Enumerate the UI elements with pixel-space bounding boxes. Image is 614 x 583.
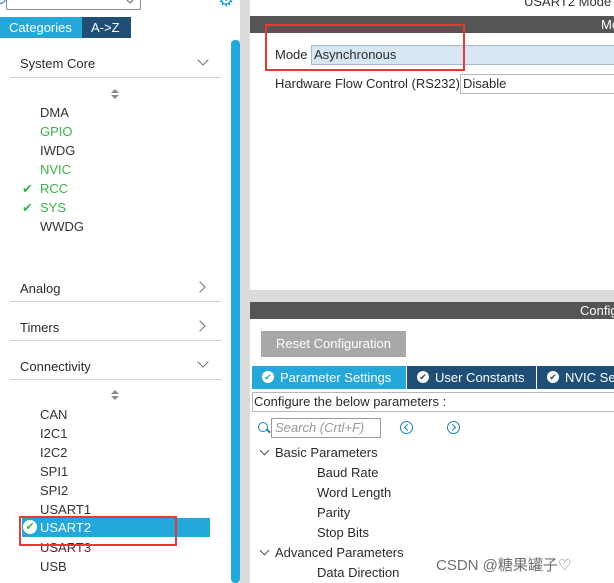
list-item-can[interactable]: CAN	[40, 405, 67, 424]
next-result-button[interactable]	[447, 421, 460, 434]
divider	[10, 301, 221, 302]
category-connectivity[interactable]: Connectivity	[20, 359, 220, 374]
categories-panel: ⚙ Categories A->Z System Core DMA GPIO I…	[0, 0, 240, 583]
category-timers[interactable]: Timers	[20, 320, 220, 335]
tab-categories[interactable]: Categories	[0, 17, 82, 38]
configuration-header-text: Configu	[580, 303, 614, 318]
parameter-search-input[interactable]: Search (Crtl+F)	[271, 418, 381, 438]
check-circle-icon: ✔	[547, 371, 559, 383]
hardware-flow-control-select[interactable]: Disable	[460, 74, 614, 94]
highlight-annotation	[19, 516, 177, 546]
vertical-splitter[interactable]	[240, 0, 250, 583]
param-data-direction[interactable]: Data Direction	[317, 565, 399, 580]
param-baud-rate[interactable]: Baud Rate	[317, 465, 378, 480]
horizontal-splitter[interactable]	[250, 290, 614, 302]
param-parity[interactable]: Parity	[317, 505, 350, 520]
list-item-i2c2[interactable]: I2C2	[40, 443, 67, 462]
tab-user-constants[interactable]: ✔ User Constants	[407, 366, 536, 389]
chevron-down-icon[interactable]	[259, 445, 270, 456]
list-item-wwdg[interactable]: WWDG	[40, 217, 84, 236]
tree-basic-parameters[interactable]: Basic Parameters	[275, 445, 378, 460]
list-item-spi1[interactable]: SPI1	[40, 462, 68, 481]
list-item-spi2[interactable]: SPI2	[40, 481, 68, 500]
list-item-usb[interactable]: USB	[40, 557, 67, 576]
divider	[10, 77, 221, 78]
tab-label: NVIC Se	[565, 370, 614, 385]
reset-configuration-button[interactable]: Reset Configuration	[261, 331, 406, 357]
mode-panel-title: USART2 Mode	[524, 0, 612, 9]
tab-a-z[interactable]: A->Z	[82, 17, 131, 38]
param-stop-bits[interactable]: Stop Bits	[317, 525, 369, 540]
sort-icon[interactable]	[110, 89, 120, 101]
configuration-header-bar	[250, 302, 614, 319]
check-icon: ✔	[22, 181, 33, 196]
tab-nvic-settings[interactable]: ✔ NVIC Se	[537, 366, 614, 389]
list-item-iwdg[interactable]: IWDG	[40, 141, 75, 160]
watermark: CSDN @糖果罐子♡	[436, 557, 572, 574]
chevron-down-icon[interactable]	[259, 545, 270, 556]
check-circle-icon: ✔	[417, 371, 429, 383]
check-circle-icon: ✔	[262, 371, 274, 383]
hardware-flow-control-label: Hardware Flow Control (RS232)	[275, 76, 460, 91]
divider	[10, 379, 221, 380]
configure-description: Configure the below parameters :	[252, 392, 614, 412]
tab-parameter-settings[interactable]: ✔ Parameter Settings	[252, 366, 406, 389]
highlight-annotation	[265, 24, 465, 71]
sort-icon[interactable]	[110, 390, 120, 402]
tree-advanced-parameters[interactable]: Advanced Parameters	[275, 545, 404, 560]
scrollbar[interactable]	[231, 40, 240, 583]
list-item-rcc[interactable]: RCC	[40, 179, 68, 198]
list-item-i2c1[interactable]: I2C1	[40, 424, 67, 443]
check-icon: ✔	[22, 200, 33, 215]
divider	[10, 340, 221, 341]
list-item-nvic[interactable]: NVIC	[40, 160, 71, 179]
category-analog[interactable]: Analog	[20, 281, 220, 296]
gear-icon[interactable]: ⚙	[218, 0, 235, 7]
list-item-sys[interactable]: SYS	[40, 198, 66, 217]
category-system-core[interactable]: System Core	[20, 56, 220, 71]
tab-label: User Constants	[435, 370, 525, 385]
previous-result-button[interactable]	[400, 421, 413, 434]
mode-header-text: Mo	[601, 17, 614, 32]
list-item-dma[interactable]: DMA	[40, 103, 69, 122]
param-word-length[interactable]: Word Length	[317, 485, 391, 500]
list-item-gpio[interactable]: GPIO	[40, 122, 73, 141]
tab-label: Parameter Settings	[280, 370, 392, 385]
peripheral-search-input[interactable]	[6, 0, 141, 10]
